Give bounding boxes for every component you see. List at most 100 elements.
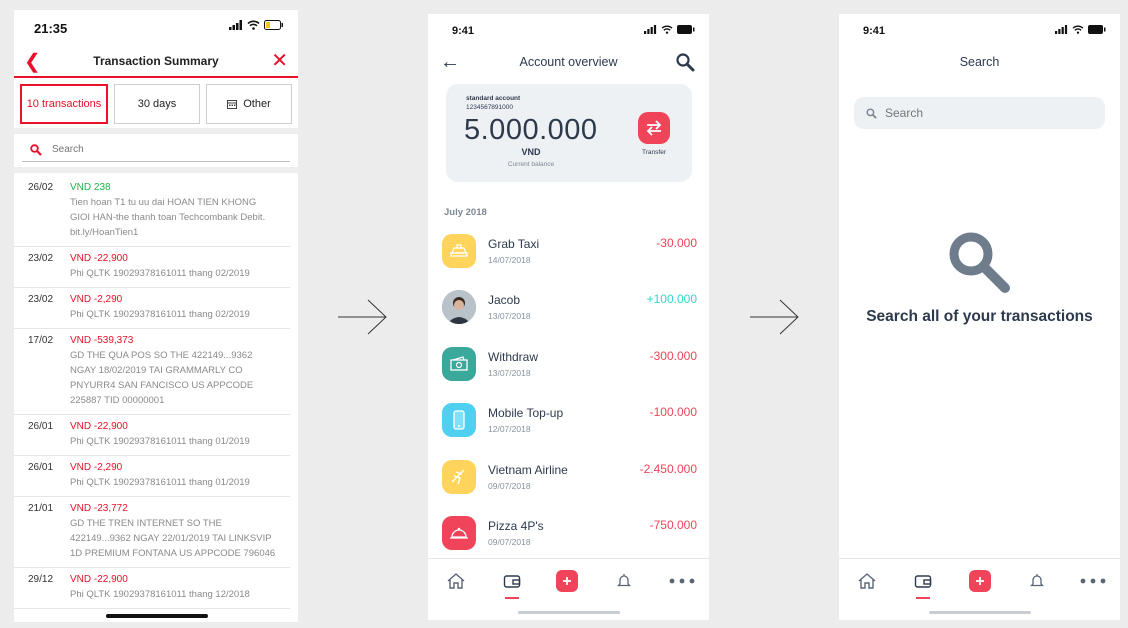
tx-amount: VND -2,290 [70,294,123,305]
tab-home[interactable] [855,569,879,593]
search-icon [866,107,877,119]
tx-name: Mobile Top-up [488,406,564,421]
magnifier-icon [949,232,1010,293]
tab-wallet[interactable] [911,569,935,599]
tx-description: Phi QLTK 19029378161011 thang 02/2019 [70,309,250,320]
battery-icon [264,20,283,30]
tx-date: 12/07/2018 [488,424,531,435]
list-item[interactable]: Mobile Top-up 12/07/2018 -100.000 [428,401,709,457]
account-number: 1234567891000 [466,104,513,111]
tx-description: Phi QLTK 19029378161011 thang 02/2019 [70,268,250,279]
home-icon [858,573,876,589]
signal-icon [229,20,242,30]
more-icon [1080,578,1106,584]
close-icon[interactable]: ✕ [271,50,288,72]
tx-amount: +100.000 [646,292,697,307]
tab-more[interactable] [668,569,696,593]
tx-description: Phi QLTK 19029378161011 thang 01/2019 [70,436,250,447]
tx-description: 422149...9362 NGAY 22/01/2019 TAI LINKSV… [70,533,272,544]
tab-wallet[interactable] [500,569,524,599]
search-bar[interactable] [22,138,290,162]
tx-description: bit.ly/HoanTien1 [70,227,139,238]
transfer-button[interactable] [638,112,670,144]
status-time: 9:41 [863,25,886,37]
transaction-summary-screen: 21:35 ❮ Transaction Summary ✕ 10 transac… [14,10,298,622]
wallet-icon [503,575,521,588]
header: ← Account overview [428,52,709,78]
tab-notifications[interactable] [612,569,636,593]
tx-body: VND -539,373 GD THE QUA POS SO THE 422149… [70,334,282,408]
avatar [442,290,476,325]
tx-amount: -300.000 [649,348,697,363]
search-bar[interactable] [854,97,1105,129]
list-item[interactable]: 26/01 VND -2,290 Phi QLTK 19029378161011 t… [14,456,290,497]
tx-date: 29/12 [28,574,54,585]
more-icon [669,578,695,584]
wifi-icon [1072,25,1084,34]
tab-notifications[interactable] [1025,569,1049,593]
tab-home[interactable] [444,569,468,593]
tx-date: 26/01 [28,421,54,432]
tx-body: VND -23,772 GD THE TREN INTERNET SO THE 42… [70,502,282,561]
search-input[interactable] [885,106,1085,120]
list-item[interactable]: 17/02 VND -539,373 GD THE QUA POS SO THE 4… [14,329,290,415]
tx-date: 09/07/2018 [488,480,531,491]
tx-amount: VND -539,373 [70,335,134,346]
home-indicator [106,614,208,618]
list-item[interactable]: 23/02 VND -22,900 Phi QLTK 19029378161011 … [14,247,290,288]
balance-currency: VND [521,147,541,157]
list-item[interactable]: Vietnam Airline 09/07/2018 -2.450.000 [428,458,709,514]
tx-body: VND -2,290 Phi QLTK 19029378161011 thang … [70,461,282,490]
search-input[interactable] [52,144,252,155]
list-item[interactable]: 23/02 VND -2,290 Phi QLTK 19029378161011 t… [14,288,290,329]
tx-date: 17/02 [28,335,54,346]
plane-icon [442,459,476,494]
tab-add[interactable] [969,570,991,592]
status-time: 9:41 [452,25,475,37]
wallet-icon [914,575,932,588]
list-item[interactable]: Withdraw 13/07/2018 -300.000 [428,345,709,401]
home-indicator [518,611,620,614]
status-icons [644,25,695,34]
transaction-list: Grab Taxi 14/07/2018 -30.000 Jacob 13/07/201… [428,232,709,570]
list-item[interactable]: Grab Taxi 14/07/2018 -30.000 [428,232,709,288]
plus-icon [563,577,571,585]
active-tab-indicator [505,597,519,599]
filter-30-days[interactable]: 30 days [114,84,200,124]
tx-amount: -30.000 [656,236,697,250]
tx-amount: VND -23,772 [70,503,128,514]
filter-10-transactions[interactable]: 10 transactions [20,84,108,124]
cloche-icon [442,515,476,550]
tx-body: VND -2,290 Phi QLTK 19029378161011 thang … [70,293,282,322]
tx-body: VND -22,900 Phi QLTK 19029378161011 thang… [70,420,282,449]
search-icon[interactable] [675,52,695,72]
tx-description: PNYURR4 SAN FANCISCO US APPCODE [70,380,254,391]
bell-icon [617,574,631,587]
tx-name: Jacob [488,293,521,308]
empty-state-text: Search all of your transactions [866,308,1093,325]
status-bar: 9:41 [839,14,1120,48]
tx-amount: VND -22,900 [70,253,128,264]
list-item[interactable]: 26/01 VND -22,900 Phi QLTK 19029378161011 … [14,415,290,456]
list-item[interactable]: 26/02 VND 238 Tien hoan T1 tu uu dai HOAN … [14,176,290,247]
status-icons [1055,25,1106,34]
flow-arrow-icon [750,299,799,335]
active-tab-indicator [916,597,930,599]
list-item[interactable]: Jacob 13/07/2018 +100.000 [428,288,709,344]
tx-name: Grab Taxi [488,237,540,251]
tx-date: 14/07/2018 [488,255,531,265]
search-screen: 9:41 Search Search all of your transacti… [839,14,1120,620]
list-item[interactable]: 21/01 VND -23,772 GD THE TREN INTERNET SO … [14,497,290,568]
tx-date: 23/02 [28,253,54,264]
tab-more[interactable] [1079,569,1107,593]
tab-add[interactable] [556,570,578,592]
filter-other[interactable]: Other [206,84,292,124]
status-bar: 21:35 [14,10,298,46]
list-item[interactable]: 29/12 VND -22,900 Phi QLTK 19029378161011 … [14,568,290,609]
transaction-list: 26/02 VND 238 Tien hoan T1 tu uu dai HOAN … [14,176,298,609]
tx-body: VND -22,900 Phi QLTK 19029378161011 thang… [70,573,282,602]
tx-amount: -2.450.000 [639,461,697,476]
divider [14,167,298,173]
battery-icon [1088,25,1106,34]
calendar-icon [227,100,238,109]
